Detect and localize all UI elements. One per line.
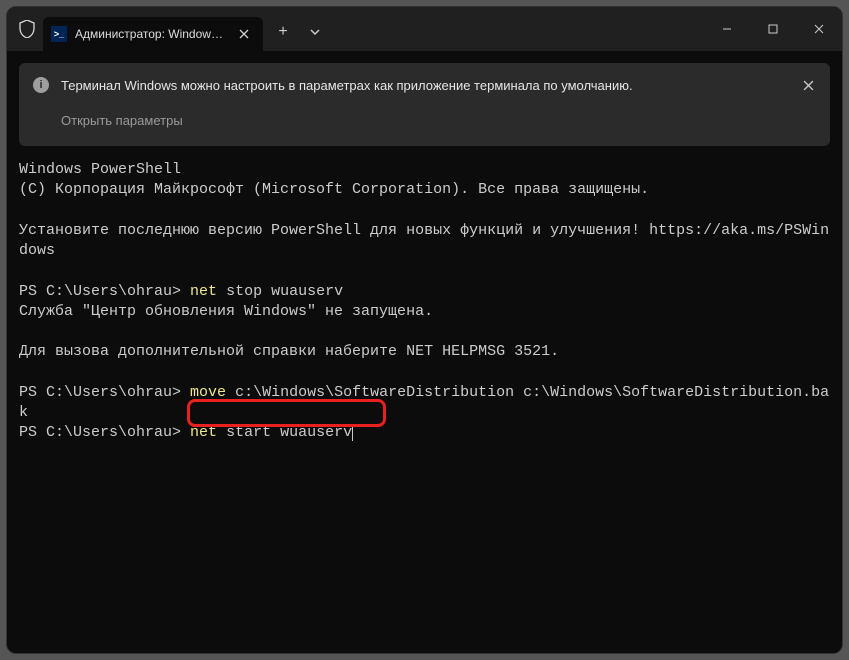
- annotation-highlight: [187, 399, 386, 427]
- cmd-keyword: net: [190, 424, 217, 441]
- maximize-button[interactable]: [750, 7, 796, 51]
- info-bar: i Терминал Windows можно настроить в пар…: [19, 63, 830, 146]
- powershell-icon: >_: [51, 26, 67, 42]
- prompt: PS C:\Users\ohrau>: [19, 384, 181, 401]
- text-cursor: [352, 425, 353, 441]
- output-line: Служба "Центр обновления Windows" не зап…: [19, 303, 433, 320]
- close-tab-button[interactable]: [235, 25, 253, 43]
- info-message: Терминал Windows можно настроить в парам…: [61, 78, 633, 93]
- info-icon: i: [33, 77, 49, 93]
- prompt: PS C:\Users\ohrau>: [19, 283, 181, 300]
- terminal-output[interactable]: Windows PowerShell (С) Корпорация Майкро…: [7, 146, 842, 653]
- cmd-keyword: net: [190, 283, 217, 300]
- ps-install-msg: Установите последнюю версию PowerShell д…: [19, 222, 829, 259]
- shield-icon: [17, 19, 37, 39]
- open-settings-link[interactable]: Открыть параметры: [61, 113, 816, 128]
- window-controls: [704, 7, 842, 51]
- cmd-args: stop wuauserv: [217, 283, 343, 300]
- prompt: PS C:\Users\ohrau>: [19, 424, 181, 441]
- cmd-keyword: move: [190, 384, 226, 401]
- new-tab-button[interactable]: +: [267, 16, 299, 48]
- output-line: Для вызова дополнительной справки набери…: [19, 343, 559, 360]
- tab-active[interactable]: >_ Администратор: Windows Pc: [43, 17, 263, 51]
- ps-header: Windows PowerShell: [19, 161, 181, 178]
- cmd-args: start wuauserv: [217, 424, 352, 441]
- tab-title: Администратор: Windows Pc: [75, 27, 225, 41]
- info-close-button[interactable]: [796, 73, 820, 97]
- terminal-window: >_ Администратор: Windows Pc + i Термина…: [6, 6, 843, 654]
- minimize-button[interactable]: [704, 7, 750, 51]
- title-bar: >_ Администратор: Windows Pc +: [7, 7, 842, 51]
- ps-copyright: (С) Корпорация Майкрософт (Microsoft Cor…: [19, 181, 649, 198]
- close-window-button[interactable]: [796, 7, 842, 51]
- tab-dropdown-button[interactable]: [299, 16, 331, 48]
